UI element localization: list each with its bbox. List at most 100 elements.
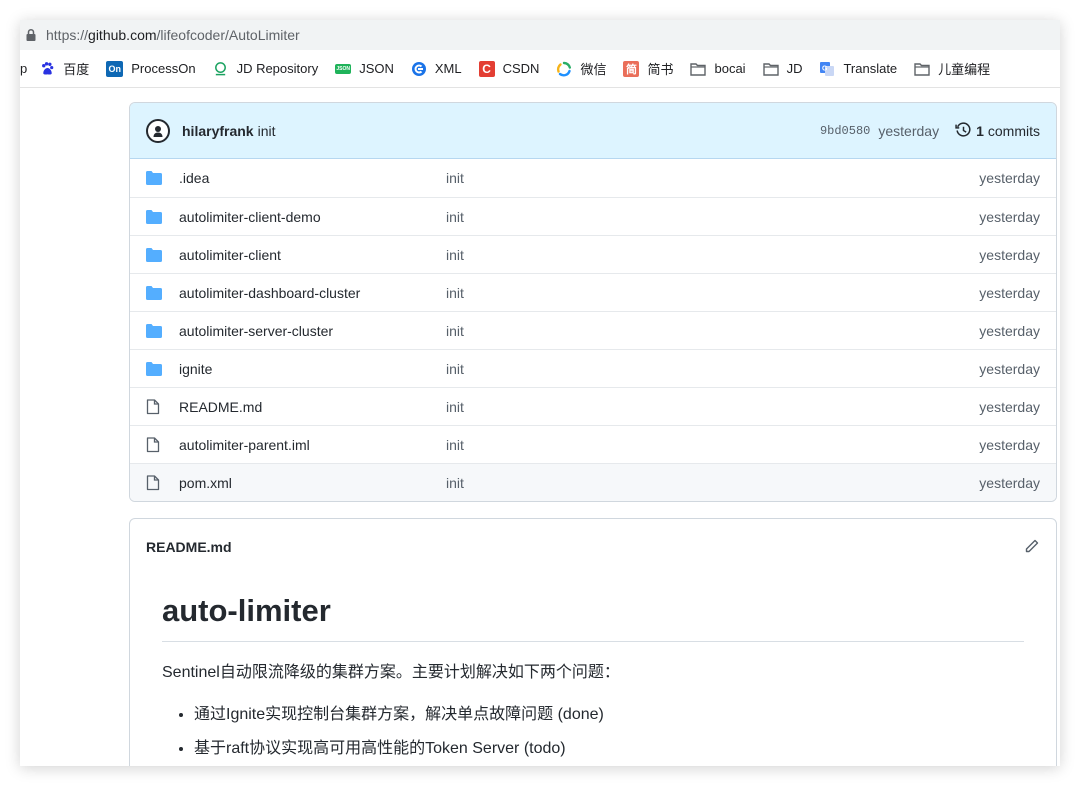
readme-header: README.md (130, 519, 1056, 575)
avatar[interactable] (146, 118, 170, 143)
folder-icon (762, 61, 779, 77)
file-age: yesterday (979, 398, 1040, 415)
file-name[interactable]: autolimiter-dashboard-cluster (179, 285, 446, 301)
xml-icon (411, 61, 427, 77)
bookmark-bocai[interactable]: bocai (690, 61, 746, 77)
commit-time: yesterday (878, 122, 940, 139)
bookmark-jd-repository[interactable]: JD Repository (213, 61, 318, 77)
browser-window: https://github.com/lifeofcoder/AutoLimit… (20, 20, 1060, 766)
readme-list-item: 基于raft协议实现高可用高性能的Token Server (todo) (194, 734, 1024, 758)
processon-icon: On (106, 60, 124, 77)
file-age: yesterday (979, 360, 1040, 377)
file-commit-message[interactable]: init (446, 361, 979, 377)
file-name[interactable]: autolimiter-server-cluster (179, 323, 446, 339)
url-host: github.com (88, 27, 157, 43)
file-commit-message[interactable]: init (446, 399, 979, 415)
translate-icon: G (819, 61, 835, 77)
url-prefix: https:// (46, 27, 89, 43)
bookmark-cutoff[interactable]: p (20, 61, 27, 76)
folder-icon (146, 247, 164, 263)
folder-icon (914, 61, 930, 77)
table-row[interactable]: README.md init yesterday (130, 387, 1056, 425)
readme-list-item: 通过Ignite实现控制台集群方案，解决单点故障问题 (done) (194, 700, 1024, 724)
readme-panel: README.md auto-limiter Sentinel自动限流降级的集群… (129, 518, 1057, 766)
file-commit-message[interactable]: init (446, 475, 979, 491)
table-row[interactable]: pom.xml init yesterday (130, 463, 1056, 501)
folder-icon (146, 170, 164, 186)
bookmark-jd[interactable]: JD (762, 61, 802, 77)
folder-icon (690, 61, 707, 77)
readme-filename[interactable]: README.md (146, 539, 232, 555)
bookmark-xml[interactable]: XML (411, 61, 462, 77)
csdn-icon: C (478, 60, 495, 77)
file-age: yesterday (979, 246, 1040, 263)
history-icon (955, 122, 971, 137)
file-age: yesterday (979, 284, 1040, 301)
table-row[interactable]: autolimiter-server-cluster init yesterday (130, 311, 1056, 349)
file-commit-message[interactable]: init (446, 170, 979, 186)
bookmarks-bar: p 百度 On ProcessOn JD Repository JSON JSON … (20, 50, 1060, 88)
commit-author[interactable]: hilaryfrank (182, 123, 254, 139)
file-icon (146, 436, 164, 453)
file-commit-message[interactable]: init (446, 437, 979, 453)
commit-count: 1 (976, 122, 984, 139)
table-row[interactable]: autolimiter-client init yesterday (130, 235, 1056, 273)
file-name[interactable]: autolimiter-client (179, 247, 446, 263)
file-commit-message[interactable]: init (446, 247, 979, 263)
lock-icon (24, 28, 38, 42)
file-commit-message[interactable]: init (446, 323, 979, 339)
file-icon (146, 398, 164, 415)
commit-sha[interactable]: 9bd0580 (820, 124, 870, 138)
folder-icon (146, 323, 164, 339)
bookmark-processon[interactable]: On ProcessOn (106, 60, 196, 77)
folder-icon (146, 285, 164, 301)
commit-message[interactable]: init (258, 123, 276, 139)
folder-icon (146, 209, 164, 225)
commit-history-link[interactable]: 1 commits (955, 122, 1040, 139)
address-bar[interactable]: https://github.com/lifeofcoder/AutoLimit… (20, 20, 1060, 50)
readme-title: auto-limiter (162, 593, 1024, 642)
commit-count-label: commits (987, 122, 1040, 139)
url-path: /lifeofcoder/AutoLimiter (156, 27, 300, 43)
file-age: yesterday (979, 170, 1040, 186)
file-commit-message[interactable]: init (446, 285, 979, 301)
bookmark-json[interactable]: JSON JSON (335, 61, 394, 76)
file-name[interactable]: pom.xml (179, 475, 446, 491)
svg-text:G: G (822, 65, 828, 72)
readme-list: 通过Ignite实现控制台集群方案，解决单点故障问题 (done) 基于raft… (162, 700, 1024, 758)
file-rows: .idea init yesterday autolimiter-client-dem… (130, 159, 1056, 501)
file-name[interactable]: .idea (179, 170, 446, 186)
table-row[interactable]: .idea init yesterday (130, 159, 1056, 197)
bookmark-csdn[interactable]: C CSDN (478, 60, 539, 77)
json-icon: JSON (335, 63, 352, 74)
file-icon (146, 474, 164, 491)
bookmark-translate[interactable]: G Translate (819, 61, 897, 77)
pencil-icon[interactable] (1024, 538, 1040, 557)
bookmark-baidu[interactable]: 百度 (39, 59, 89, 78)
table-row[interactable]: autolimiter-dashboard-cluster init yesterd… (130, 273, 1056, 311)
file-name[interactable]: README.md (179, 399, 446, 415)
bookmark-wechat[interactable]: 微信 (556, 59, 606, 78)
file-commit-message[interactable]: init (446, 209, 979, 225)
file-age: yesterday (979, 208, 1040, 225)
table-row[interactable]: autolimiter-parent.iml init yesterday (130, 425, 1056, 463)
table-row[interactable]: autolimiter-client-demo init yesterday (130, 197, 1056, 235)
wechat-icon (556, 61, 572, 77)
folder-icon (146, 361, 164, 377)
bookmark-jianshu[interactable]: 简简书 (623, 59, 673, 78)
file-age: yesterday (979, 322, 1040, 339)
file-name[interactable]: ignite (179, 361, 446, 377)
jianshu-icon: 简 (623, 60, 640, 77)
baidu-paw-icon (39, 61, 55, 77)
bookmark-kids-coding[interactable]: 儿童编程 (914, 59, 990, 78)
file-age: yesterday (979, 436, 1040, 453)
readme-content: auto-limiter Sentinel自动限流降级的集群方案。主要计划解决如… (130, 575, 1056, 758)
file-list: hilaryfrank init 9bd0580 yesterday 1 com… (129, 102, 1057, 502)
file-age: yesterday (979, 474, 1040, 491)
readme-intro: Sentinel自动限流降级的集群方案。主要计划解决如下两个问题： (162, 664, 620, 681)
latest-commit-bar: hilaryfrank init 9bd0580 yesterday 1 com… (130, 103, 1056, 159)
jd-repo-icon (213, 61, 229, 77)
table-row[interactable]: ignite init yesterday (130, 349, 1056, 387)
file-name[interactable]: autolimiter-parent.iml (179, 437, 446, 453)
file-name[interactable]: autolimiter-client-demo (179, 209, 446, 225)
